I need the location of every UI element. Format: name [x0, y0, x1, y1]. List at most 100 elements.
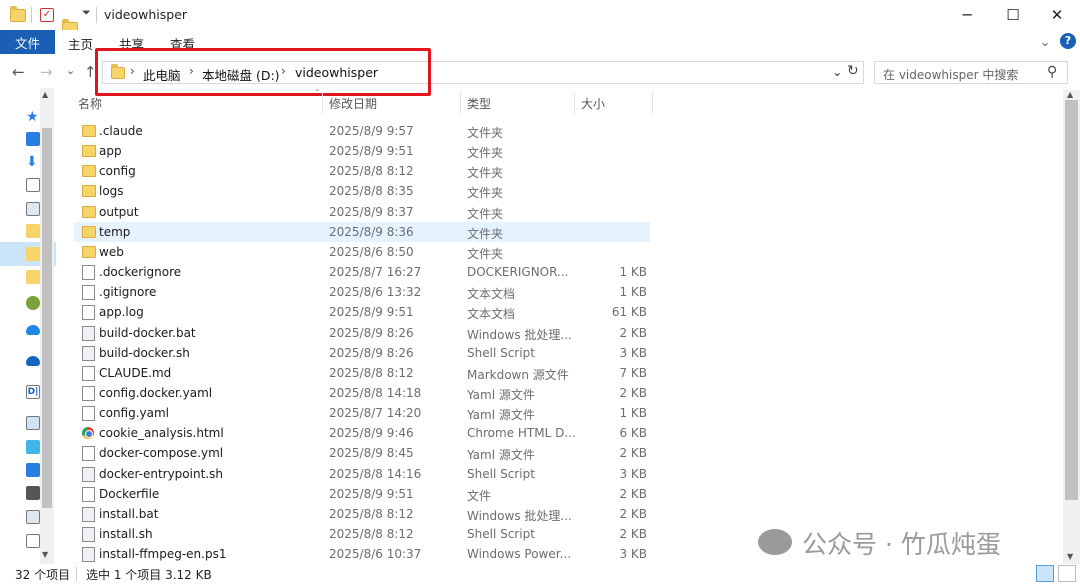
file-row[interactable]: install.bat 2025/8/8 8:12 Windows 批处理... 2 …: [74, 504, 650, 524]
ribbon-expand-icon[interactable]: ⌄: [1040, 34, 1050, 49]
large-icons-view-icon[interactable]: [1058, 565, 1076, 582]
status-bar: 32 个项目 选中 1 个项目 3.12 KB: [0, 564, 1080, 584]
file-type: Chrome HTML D...: [467, 426, 576, 441]
search-input[interactable]: 在 videowhisper 中搜索 ⚲: [874, 61, 1068, 84]
properties-icon[interactable]: ✓: [40, 8, 54, 22]
script-icon: [82, 527, 95, 542]
documents-icon[interactable]: [26, 178, 40, 192]
column-divider[interactable]: [460, 92, 461, 114]
details-view-icon[interactable]: [1036, 565, 1054, 582]
forward-button[interactable]: →: [40, 63, 53, 81]
file-row[interactable]: install-ffmpeg-en.ps1 2025/8/6 10:37 Windo…: [74, 544, 650, 564]
file-size: 3 KB: [619, 345, 647, 360]
folder-icon[interactable]: [26, 224, 40, 238]
file-icon: [82, 365, 95, 381]
nav-scroll-thumb[interactable]: [42, 128, 52, 508]
desktop-icon[interactable]: [26, 463, 40, 477]
back-button[interactable]: ←: [12, 63, 25, 81]
column-divider[interactable]: [652, 92, 653, 114]
file-row[interactable]: docker-compose.yml 2025/8/9 8:45 Yaml 源文件 2…: [74, 443, 650, 463]
file-row[interactable]: temp 2025/8/9 8:36 文件夹: [74, 221, 650, 242]
quick-access-icon[interactable]: ★: [26, 109, 40, 125]
3d-objects-icon[interactable]: [26, 440, 40, 454]
column-divider[interactable]: [322, 92, 323, 114]
scroll-up-icon[interactable]: ▲: [1067, 90, 1073, 99]
documents-icon[interactable]: [26, 486, 40, 500]
onedrive-icon[interactable]: [26, 325, 40, 335]
desktop-icon[interactable]: [26, 132, 40, 146]
file-row[interactable]: .dockerignore 2025/8/7 16:27 DOCKERIGNOR..…: [74, 262, 650, 282]
file-icon: [82, 265, 95, 281]
file-row[interactable]: install.sh 2025/8/8 8:12 Shell Script 2 KB: [74, 524, 650, 544]
file-row[interactable]: Dockerfile 2025/8/9 9:51 文件 2 KB: [74, 484, 650, 504]
maximize-button[interactable]: ☐: [990, 0, 1036, 30]
column-size[interactable]: 大小: [581, 95, 605, 112]
chrome-icon: [82, 427, 94, 440]
file-row[interactable]: config 2025/8/8 8:12 文件夹: [74, 161, 650, 181]
file-size: 1 KB: [619, 285, 647, 300]
file-date: 2025/8/8 8:12: [329, 164, 414, 179]
file-name: build-docker.bat: [99, 325, 196, 340]
tab-file[interactable]: 文件: [0, 30, 55, 54]
file-row[interactable]: app.log 2025/8/9 9:51 文本文档 61 KB: [74, 302, 650, 322]
script-icon: [82, 325, 95, 341]
scroll-down-icon[interactable]: ▼: [42, 550, 48, 559]
help-icon[interactable]: ?: [1060, 33, 1076, 49]
file-row[interactable]: cookie_analysis.html 2025/8/9 9:46 Chrome …: [74, 423, 650, 443]
people-icon[interactable]: [26, 296, 40, 310]
folder-icon[interactable]: [26, 247, 40, 261]
scroll-up-icon[interactable]: ▲: [42, 90, 48, 99]
scroll-down-icon[interactable]: ▼: [1067, 552, 1073, 561]
file-type: Yaml 源文件: [467, 448, 535, 463]
file-size: 61 KB: [611, 305, 647, 320]
tab-home[interactable]: 主页: [68, 34, 93, 53]
folder-icon[interactable]: [26, 270, 40, 284]
customize-toolbar-icon[interactable]: ⏷: [82, 6, 91, 22]
drive-d-icon[interactable]: D|: [26, 385, 40, 399]
recent-locations-button[interactable]: ⌄: [66, 64, 75, 77]
file-row[interactable]: CLAUDE.md 2025/8/8 8:12 Markdown 源文件 7 KB: [74, 363, 650, 383]
divider: [96, 7, 97, 23]
file-icon: [82, 486, 95, 502]
file-row[interactable]: .gitignore 2025/8/6 13:32 文本文档 1 KB: [74, 282, 650, 302]
minimize-button[interactable]: ─: [944, 0, 990, 30]
search-icon[interactable]: ⚲: [1047, 64, 1057, 80]
file-row[interactable]: docker-entrypoint.sh 2025/8/8 14:16 Shell …: [74, 464, 650, 484]
file-row[interactable]: build-docker.sh 2025/8/9 8:26 Shell Script…: [74, 343, 650, 363]
file-row[interactable]: build-docker.bat 2025/8/9 8:26 Windows 批处理…: [74, 323, 650, 343]
scroll-thumb[interactable]: [1065, 100, 1078, 500]
column-date[interactable]: 修改日期: [329, 95, 377, 112]
file-row[interactable]: logs 2025/8/8 8:35 文件夹: [74, 181, 650, 201]
column-type[interactable]: 类型: [467, 95, 491, 112]
file-row[interactable]: output 2025/8/9 8:37 文件夹: [74, 202, 650, 222]
script-icon: [82, 466, 95, 482]
file-row[interactable]: app 2025/8/9 9:51 文件夹: [74, 141, 650, 161]
file-row[interactable]: web 2025/8/6 8:50 文件夹: [74, 242, 650, 262]
file-date: 2025/8/9 9:51: [329, 144, 414, 159]
file-name: app.log: [99, 305, 144, 320]
file-row[interactable]: config.yaml 2025/8/7 14:20 Yaml 源文件 1 KB: [74, 403, 650, 423]
file-size: 2 KB: [619, 527, 647, 541]
file-list-scrollbar[interactable]: ▲ ▼: [1063, 90, 1080, 564]
file-type: 文件夹: [467, 186, 504, 201]
file-row[interactable]: config.docker.yaml 2025/8/8 14:18 Yaml 源文件…: [74, 383, 650, 403]
divider: [31, 7, 32, 23]
pictures-icon[interactable]: [26, 510, 40, 524]
this-pc-icon[interactable]: [26, 416, 40, 430]
column-name[interactable]: 名称: [78, 95, 102, 112]
file-row[interactable]: .claude 2025/8/9 9:57 文件夹: [74, 121, 650, 141]
column-divider[interactable]: [574, 92, 575, 114]
refresh-icon[interactable]: ↻: [847, 63, 859, 79]
folder-icon: [82, 145, 96, 158]
close-button[interactable]: ✕: [1034, 0, 1080, 30]
nav-pane-scrollbar[interactable]: ▲ ▼: [40, 88, 54, 564]
file-name: web: [99, 244, 124, 259]
onedrive-icon[interactable]: [26, 356, 40, 366]
downloads-icon[interactable]: ⬇: [26, 154, 40, 170]
address-dropdown-icon[interactable]: ⌄: [832, 64, 842, 79]
file-name: build-docker.sh: [99, 345, 190, 360]
file-name: CLAUDE.md: [99, 365, 172, 380]
music-icon[interactable]: [26, 534, 40, 548]
pictures-icon[interactable]: [26, 202, 40, 216]
window-title: videowhisper: [104, 7, 188, 22]
